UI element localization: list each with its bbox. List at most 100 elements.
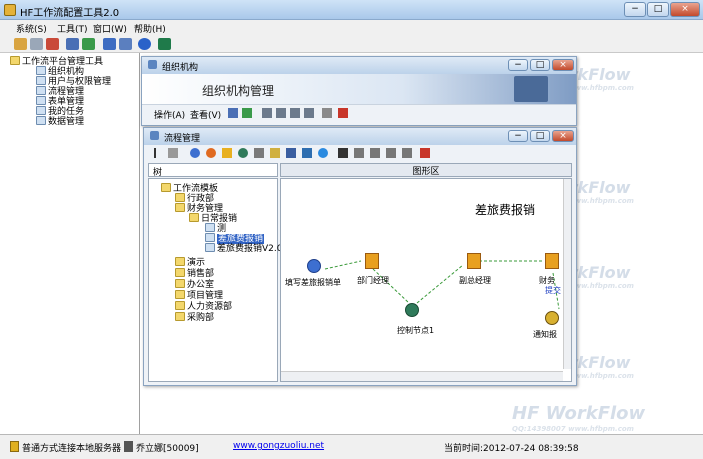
org-banner-title: 组织机构管理	[202, 84, 275, 98]
business-people-image	[514, 76, 548, 102]
menu-system[interactable]: 系统(S)	[16, 22, 47, 35]
chip-icon[interactable]	[286, 148, 296, 158]
node-label-control: 控制节点1	[397, 326, 435, 335]
flow-toolbar	[144, 145, 576, 162]
task-node-finance[interactable]	[545, 253, 559, 269]
tab-diagram-label: 图形区	[412, 167, 440, 177]
menu-window[interactable]: 窗口(W)	[93, 22, 127, 35]
arrow-right-icon[interactable]	[318, 148, 328, 158]
node-label-dept-manager: 部门经理	[357, 276, 389, 285]
subflow-icon[interactable]	[270, 148, 280, 158]
flow-diagram-pane[interactable]: 差旅费报销 填写差旅报销单 部门经理 控制节点1 副总经理 财务 提交 通知报	[280, 178, 572, 382]
exit-icon[interactable]	[158, 38, 171, 50]
close-button[interactable]: ×	[670, 2, 700, 17]
control-node-icon[interactable]	[238, 148, 248, 158]
align-right-icon[interactable]	[386, 148, 396, 158]
node-label-submit: 提交	[545, 286, 561, 295]
columns-icon[interactable]	[304, 108, 314, 118]
grid-icon[interactable]	[302, 148, 312, 158]
edge-line	[324, 260, 362, 270]
tab-diagram[interactable]: 图形区	[280, 163, 572, 177]
align-bottom-icon[interactable]	[402, 148, 412, 158]
folder-icon	[175, 301, 185, 310]
flow-maximize-button[interactable]: □	[530, 130, 550, 142]
org-close-button[interactable]: ×	[552, 59, 574, 71]
user-icon	[124, 441, 133, 452]
flow-tree-pane: 工作流模板 行政部 财务管理 日常报销 测 差旅费报销 差旅费报销V2.0 演示…	[148, 178, 282, 382]
save-icon[interactable]	[338, 148, 348, 158]
tree-label: 采购部	[187, 313, 215, 323]
node-label-vp: 副总经理	[459, 276, 491, 285]
tree-label: 差旅费报销V2.0	[217, 244, 283, 254]
org-menu-toolbar: 操作(A) 查看(V)	[142, 104, 576, 121]
tab-tree-label: 树	[153, 168, 163, 178]
align-left-icon[interactable]	[354, 148, 364, 158]
notify-node[interactable]	[545, 311, 559, 325]
org-menu-operate[interactable]: 操作(A)	[154, 108, 185, 121]
nav-item-label: 数据管理	[48, 117, 85, 127]
lock-icon[interactable]	[168, 148, 178, 158]
folder-icon	[175, 257, 185, 266]
exit-icon[interactable]	[420, 148, 430, 158]
task-node-icon[interactable]	[222, 148, 232, 158]
org-window-icon	[148, 60, 157, 69]
help-icon[interactable]	[138, 38, 151, 50]
connection-icon	[10, 441, 19, 452]
horizontal-scrollbar[interactable]	[281, 371, 563, 381]
properties-icon[interactable]	[322, 108, 332, 118]
flow-tree-item[interactable]: 差旅费报销V2.0	[205, 241, 282, 254]
layout-icon[interactable]	[119, 38, 132, 50]
data-icon	[36, 116, 46, 125]
main-toolbar	[0, 36, 703, 53]
grid-icon[interactable]	[103, 38, 116, 50]
start-node[interactable]	[307, 259, 321, 273]
tool-icon[interactable]	[14, 38, 27, 50]
app-title: HF工作流配置工具2.0	[20, 8, 120, 19]
org-maximize-button[interactable]: □	[530, 59, 550, 71]
settings-icon[interactable]	[30, 38, 43, 50]
folder-icon	[161, 183, 171, 192]
menu-help[interactable]: 帮助(H)	[134, 22, 166, 35]
task-node-dept-manager[interactable]	[365, 253, 379, 269]
flow-doc-icon	[205, 243, 215, 252]
flow-window: 流程管理 − □ × 树 图形区 工作流模板 行政部 财务管理 日常报销 测 差…	[143, 127, 577, 386]
flow-close-button[interactable]: ×	[552, 130, 574, 142]
menu-tools[interactable]: 工具(T)	[57, 22, 88, 35]
tab-tree[interactable]: 树	[148, 163, 278, 178]
refresh-icon[interactable]	[82, 38, 95, 50]
minimize-button[interactable]: −	[624, 2, 646, 17]
org-window-title: 组织机构	[162, 63, 199, 73]
watermark: HF WorkFlow	[512, 403, 646, 424]
task-node-vp[interactable]	[467, 253, 481, 269]
diagram-title: 差旅费报销	[475, 203, 536, 217]
pointer-icon[interactable]	[154, 148, 162, 158]
list-icon[interactable]	[290, 108, 300, 118]
org-minimize-button[interactable]: −	[508, 59, 528, 71]
user-icon[interactable]	[46, 38, 59, 50]
align-center-icon[interactable]	[370, 148, 380, 158]
flow-tree-item[interactable]: 采购部	[175, 310, 214, 323]
maximize-button[interactable]: □	[647, 2, 669, 17]
watermark-sub: QQ:14398007 www.hfbpm.com	[512, 425, 634, 433]
folder-icon	[175, 279, 185, 288]
window-icon[interactable]	[228, 108, 238, 118]
control-node[interactable]	[405, 303, 419, 317]
org-menu-view[interactable]: 查看(V)	[190, 108, 221, 121]
sort-icon[interactable]	[262, 108, 272, 118]
window-icon[interactable]	[66, 38, 79, 50]
tree-icon[interactable]	[276, 108, 286, 118]
website-link[interactable]: www.gongzuoliu.net	[233, 441, 324, 451]
nav-tree-pane: 工作流平台管理工具 组织机构 用户与权限管理 流程管理 表单管理 我的任务 数据…	[0, 53, 140, 434]
start-node-icon[interactable]	[190, 148, 200, 158]
connection-status: 普通方式连接本地服务器	[22, 444, 122, 454]
end-node-icon[interactable]	[206, 148, 216, 158]
app-title-bar: HF工作流配置工具2.0 − □ ×	[0, 0, 703, 20]
refresh-icon[interactable]	[242, 108, 252, 118]
flow-minimize-button[interactable]: −	[508, 130, 528, 142]
nav-item-data[interactable]: 数据管理	[36, 114, 84, 127]
vertical-scrollbar[interactable]	[563, 179, 571, 369]
exit-icon[interactable]	[338, 108, 348, 118]
edge-line	[416, 264, 464, 304]
person-node-icon[interactable]	[254, 148, 264, 158]
org-window: 组织机构 − □ × 组织机构管理 操作(A) 查看(V)	[141, 56, 577, 126]
